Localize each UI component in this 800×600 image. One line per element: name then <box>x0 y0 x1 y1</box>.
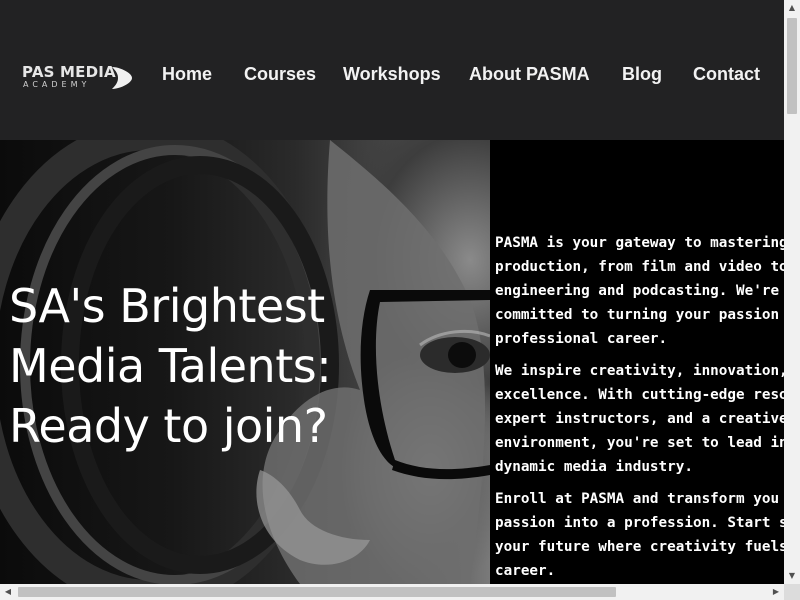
logo-tagline: ACADEMY <box>23 80 91 89</box>
intro-text: PASMA is your gateway to mastering produ… <box>495 231 784 584</box>
nav-home[interactable]: Home <box>162 64 212 85</box>
intro-line: engineering and podcasting. We're <box>495 283 780 299</box>
intro-line: Enroll at PASMA and transform you <box>495 491 780 507</box>
intro-line: excellence. With cutting-edge reso <box>495 387 784 403</box>
scroll-right-icon[interactable]: ▶ <box>768 584 784 600</box>
intro-line: PASMA is your gateway to mastering <box>495 235 784 251</box>
intro-line: We inspire creativity, innovation, a <box>495 363 784 379</box>
intro-line: environment, you're set to lead in <box>495 435 784 451</box>
intro-paragraph: Enroll at PASMA and transform you passio… <box>495 487 784 583</box>
intro-line: career. <box>495 563 556 579</box>
intro-paragraph: We inspire creativity, innovation, a exc… <box>495 359 784 479</box>
scroll-down-icon[interactable]: ▼ <box>784 568 800 584</box>
intro-line: expert instructors, and a creative <box>495 411 784 427</box>
intro-line: committed to turning your passion <box>495 307 780 323</box>
hero-title-line: Media Talents: <box>9 339 332 393</box>
logo-name: PAS MEDIA <box>22 63 116 81</box>
vertical-scroll-thumb[interactable] <box>787 18 797 114</box>
intro-line: professional career. <box>495 331 668 347</box>
nav-courses[interactable]: Courses <box>244 64 316 85</box>
nav-workshops[interactable]: Workshops <box>343 64 441 85</box>
hero-image: SA's Brightest Media Talents: Ready to j… <box>0 140 490 584</box>
vertical-scrollbar[interactable]: ▲ ▼ <box>784 0 800 584</box>
intro-line: passion into a profession. Start sha <box>495 515 784 531</box>
intro-paragraph: PASMA is your gateway to mastering produ… <box>495 231 784 351</box>
nav-contact[interactable]: Contact <box>693 64 760 85</box>
nav-about[interactable]: About PASMA <box>469 64 590 85</box>
scroll-up-icon[interactable]: ▲ <box>784 0 800 16</box>
intro-panel: PASMA is your gateway to mastering produ… <box>490 140 784 584</box>
scroll-left-icon[interactable]: ◀ <box>0 584 16 600</box>
scrollbar-corner <box>784 584 800 600</box>
site-logo[interactable]: PAS MEDIA ACADEMY <box>22 63 134 93</box>
intro-line: dynamic media industry. <box>495 459 693 475</box>
hero-section: SA's Brightest Media Talents: Ready to j… <box>0 140 784 584</box>
hero-title-line: Ready to join? <box>9 399 328 453</box>
site-header: PAS MEDIA ACADEMY Home Courses Workshops… <box>0 0 784 140</box>
logo-play-icon <box>112 67 132 89</box>
hero-title-line: SA's Brightest <box>9 279 325 333</box>
horizontal-scroll-thumb[interactable] <box>18 587 616 597</box>
horizontal-scrollbar[interactable]: ◀ ▶ <box>0 584 784 600</box>
intro-line: your future where creativity fuels y <box>495 539 784 555</box>
hero-title: SA's Brightest Media Talents: Ready to j… <box>9 276 479 456</box>
nav-blog[interactable]: Blog <box>622 64 662 85</box>
intro-line: production, from film and video to <box>495 259 784 275</box>
page-viewport: PAS MEDIA ACADEMY Home Courses Workshops… <box>0 0 784 584</box>
